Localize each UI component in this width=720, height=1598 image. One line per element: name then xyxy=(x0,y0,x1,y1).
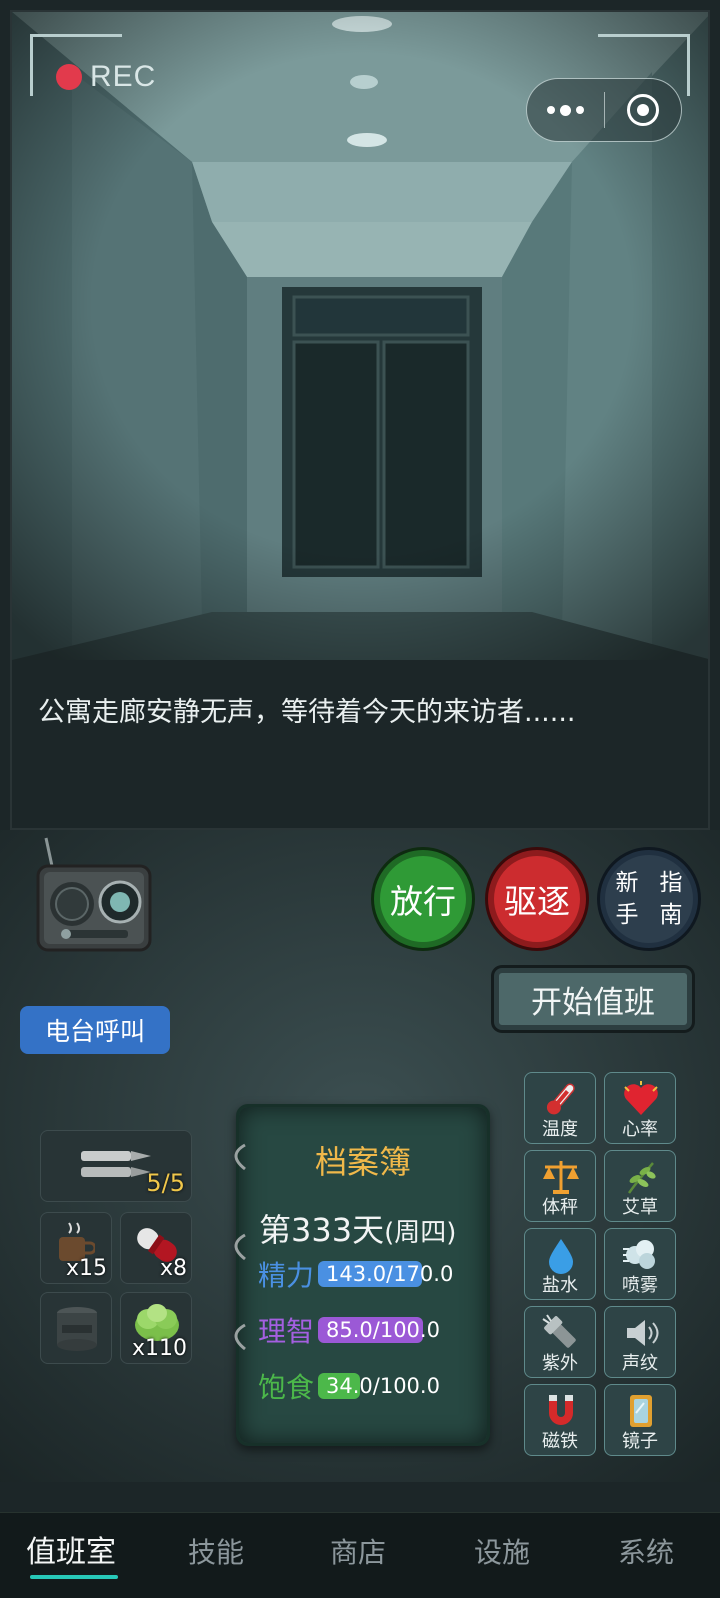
tool-thermometer[interactable]: 温度 xyxy=(524,1072,596,1144)
inventory-can[interactable] xyxy=(40,1292,112,1364)
stat-sanity-bar: 85.0/100.0 xyxy=(318,1315,442,1345)
thermometer-icon xyxy=(546,1083,575,1115)
stat-satiety-label: 饱食 xyxy=(258,1371,315,1404)
cabbage-count: x110 xyxy=(131,1336,187,1361)
stat-sanity: 理智 85.0/100.0 xyxy=(258,1310,442,1350)
inventory-ammo[interactable]: 5/5 xyxy=(40,1130,192,1202)
guide-label-line1: 新手 xyxy=(615,870,639,928)
day-number: 第333天 xyxy=(259,1211,385,1249)
inventory-pill[interactable]: x8 xyxy=(120,1212,192,1284)
scale-icon xyxy=(543,1161,579,1194)
stat-satiety-bar: 34.0/100.0 xyxy=(318,1371,442,1401)
tool-spray[interactable]: 喷雾 xyxy=(604,1228,676,1300)
tool-scale[interactable]: 体秤 xyxy=(524,1150,596,1222)
inventory-coffee[interactable]: x15 xyxy=(40,1212,112,1284)
target-close-icon xyxy=(626,94,659,126)
more-dots-icon xyxy=(546,104,584,116)
caption-text: 公寓走廊安静无声，等待着今天的来访者...... xyxy=(38,697,576,728)
uv-flashlight-icon xyxy=(542,1314,576,1348)
expel-button[interactable]: 驱逐 xyxy=(488,850,586,948)
rec-dot-icon xyxy=(56,64,82,90)
miniprogram-capsule xyxy=(526,78,682,142)
stat-energy-bar: 143.0/170.0 xyxy=(318,1259,453,1289)
stat-sanity-value: 85.0/100.0 xyxy=(326,1318,440,1342)
tool-mirror[interactable]: 镜子 xyxy=(604,1384,676,1456)
stat-sanity-label: 理智 xyxy=(258,1315,315,1348)
more-button[interactable] xyxy=(527,79,604,141)
rec-label: REC xyxy=(90,60,157,93)
nav-tab-facilities[interactable]: 设施 xyxy=(474,1531,530,1571)
nav-tab-skills[interactable]: 技能 xyxy=(188,1531,244,1571)
inventory-cabbage[interactable]: x110 xyxy=(120,1292,192,1364)
ammo-count: 5/5 xyxy=(146,1169,185,1197)
radio-icon[interactable] xyxy=(36,836,152,958)
bottom-nav: 值班室 技能 商店 设施 系统 xyxy=(0,1512,720,1598)
day-counter: 第333天(周四) xyxy=(259,1205,456,1251)
stat-satiety-value: 34.0/100.0 xyxy=(326,1374,440,1398)
caption-box: 公寓走廊安静无声，等待着今天的来访者...... xyxy=(12,660,708,828)
release-button[interactable]: 放行 xyxy=(374,850,472,948)
tool-magnet[interactable]: 磁铁 xyxy=(524,1384,596,1456)
tool-saltwater[interactable]: 盐水 xyxy=(524,1228,596,1300)
stat-energy: 精力 143.0/170.0 xyxy=(258,1254,453,1294)
coffee-count: x15 xyxy=(65,1256,107,1281)
mirror-icon xyxy=(630,1395,652,1427)
radio-call-button[interactable]: 电台呼叫 xyxy=(20,1006,170,1054)
nav-tab-shop[interactable]: 商店 xyxy=(330,1531,386,1571)
start-shift-button[interactable]: 开始值班 xyxy=(494,968,692,1030)
spray-icon xyxy=(623,1240,655,1269)
nav-tab-system[interactable]: 系统 xyxy=(618,1531,674,1571)
nav-tab-duty-room[interactable]: 值班室 xyxy=(26,1527,116,1571)
close-button[interactable] xyxy=(605,79,682,141)
tool-uv-light[interactable]: 紫外 xyxy=(524,1306,596,1378)
heart-icon xyxy=(624,1081,658,1115)
stat-satiety: 饱食 34.0/100.0 xyxy=(258,1366,442,1406)
nav-active-underline xyxy=(30,1575,118,1579)
canned-food-icon xyxy=(57,1307,97,1351)
tool-heart-rate[interactable]: 心率 xyxy=(604,1072,676,1144)
mugwort-icon xyxy=(627,1162,656,1194)
stat-energy-label: 精力 xyxy=(258,1259,315,1292)
magnet-icon xyxy=(549,1395,573,1425)
rec-indicator: REC xyxy=(56,60,156,94)
weekday: (周四) xyxy=(384,1218,457,1248)
pill-count: x8 xyxy=(159,1256,187,1281)
speaker-icon xyxy=(627,1320,659,1346)
guide-label-line2: 指南 xyxy=(659,870,683,928)
dossier-title: 档案簿 xyxy=(314,1143,411,1181)
tool-voiceprint[interactable]: 声纹 xyxy=(604,1306,676,1378)
water-drop-icon xyxy=(549,1239,573,1274)
beginner-guide-button[interactable]: 新手 指南 xyxy=(600,850,698,948)
tool-mugwort[interactable]: 艾草 xyxy=(604,1150,676,1222)
stat-energy-value: 143.0/170.0 xyxy=(326,1262,454,1286)
